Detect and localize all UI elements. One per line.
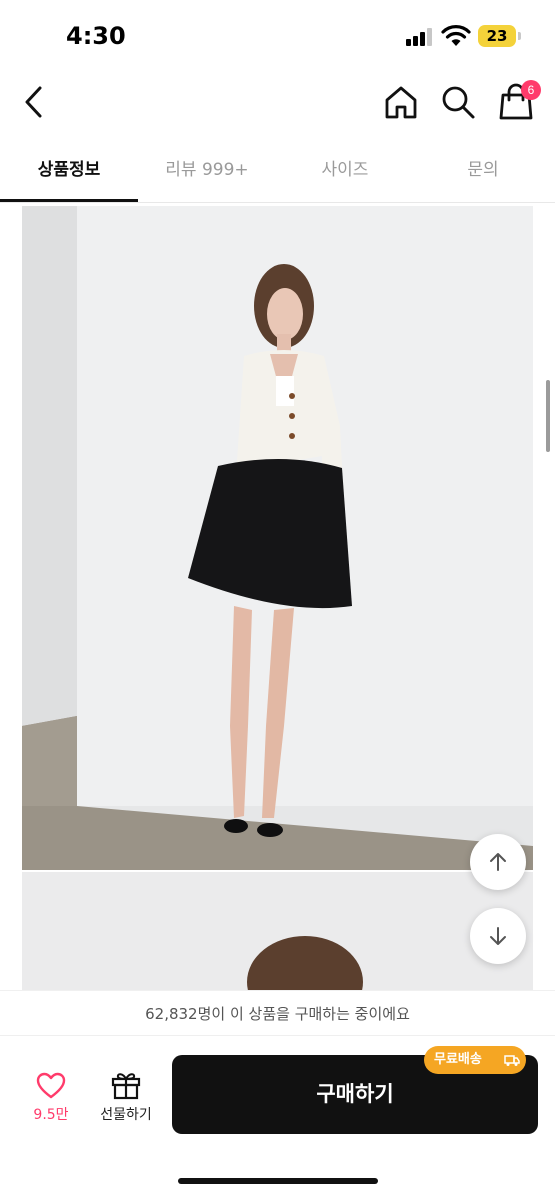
product-tabs: 상품정보 리뷰 999+ 사이즈 문의	[0, 140, 555, 203]
tab-inquiry[interactable]: 문의	[414, 140, 552, 202]
like-count: 9.5만	[33, 1107, 69, 1123]
free-shipping-badge: 무료배송	[424, 1046, 526, 1074]
gift-label: 선물하기	[100, 1107, 152, 1123]
free-shipping-label: 무료배송	[434, 1052, 482, 1067]
cart-count-badge: 6	[521, 80, 541, 100]
gift-icon	[111, 1073, 141, 1100]
signal-icon	[406, 28, 434, 46]
tab-product-info[interactable]: 상품정보	[0, 140, 138, 202]
battery-level: 23	[486, 27, 508, 45]
arrow-down-icon	[490, 927, 506, 945]
product-photo	[22, 206, 533, 870]
product-photo-2	[22, 872, 533, 990]
back-icon[interactable]	[18, 84, 52, 120]
heart-icon	[36, 1072, 66, 1099]
tab-reviews[interactable]: 리뷰 999+	[138, 140, 276, 202]
battery-tip	[518, 32, 521, 40]
buyers-count-text: 62,832명이 이 상품을 구매하는 중이에요	[145, 1005, 410, 1023]
home-indicator	[178, 1178, 378, 1184]
buyers-banner: 62,832명이 이 상품을 구매하는 중이에요	[0, 990, 555, 1036]
arrow-up-icon	[490, 853, 506, 871]
home-icon[interactable]	[382, 84, 420, 120]
search-icon[interactable]	[440, 84, 476, 120]
status-bar: 4:30 23	[0, 0, 555, 70]
like-button[interactable]: 9.5만	[22, 1062, 80, 1132]
top-nav	[0, 70, 555, 134]
tab-active-indicator	[0, 199, 138, 202]
status-time: 4:30	[66, 22, 126, 50]
truck-icon	[504, 1055, 520, 1066]
battery-icon: 23	[478, 25, 516, 47]
gift-button[interactable]: 선물하기	[92, 1062, 160, 1132]
wifi-icon	[441, 25, 471, 46]
scroll-down-button[interactable]	[470, 908, 526, 964]
scroll-top-button[interactable]	[470, 834, 526, 890]
tab-size[interactable]: 사이즈	[276, 140, 414, 202]
scrollbar[interactable]	[546, 380, 550, 452]
